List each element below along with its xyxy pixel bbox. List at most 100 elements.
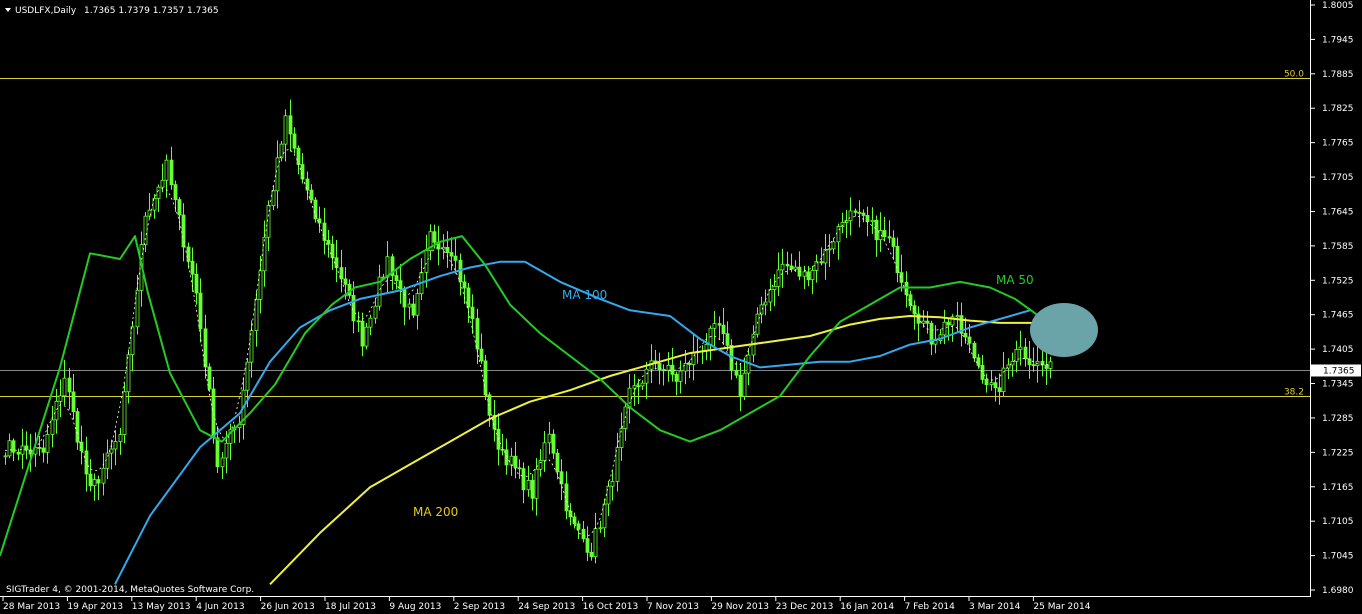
candle-body <box>88 473 93 487</box>
candle-body <box>173 184 178 201</box>
candle-body <box>309 189 314 201</box>
candle-body <box>470 306 475 319</box>
candle-body <box>589 551 594 558</box>
candle-body <box>343 278 348 285</box>
candle-body <box>326 240 331 245</box>
current-price-value: 1.7365 <box>1323 367 1355 377</box>
price-tick-label: 1.7345 <box>1322 380 1354 390</box>
candle-body <box>164 159 169 181</box>
candle-body <box>802 271 807 277</box>
price-chart[interactable]: 50.0 38.2 MA 50 MA 100 MA 200 USDLFX,Dail… <box>0 0 1362 614</box>
candle-body <box>394 275 399 282</box>
candle-body <box>466 287 471 308</box>
candle-body <box>300 164 305 180</box>
candle-body <box>768 289 773 303</box>
candle-body <box>933 340 938 345</box>
candle-body <box>317 218 322 224</box>
candle-body <box>666 364 671 371</box>
candle-body <box>819 261 824 264</box>
candle-body <box>67 377 72 393</box>
candle-body <box>122 391 127 435</box>
candle-body <box>895 246 900 274</box>
price-tick-label: 1.7945 <box>1322 35 1354 45</box>
price-tick-label: 1.7045 <box>1322 552 1354 562</box>
ma-100-label: MA 100 <box>562 288 607 302</box>
time-tick-label: 4 Jun 2013 <box>196 602 244 612</box>
candle-body <box>538 460 543 470</box>
candle-body <box>874 219 879 241</box>
candle-body <box>691 351 696 365</box>
candle-body <box>220 457 225 468</box>
ma-200-label: MA 200 <box>413 505 458 519</box>
time-tick-label: 29 Nov 2013 <box>711 602 769 612</box>
price-tick-label: 1.7585 <box>1322 242 1354 252</box>
candle-body <box>963 332 968 338</box>
candle-body <box>509 455 514 466</box>
candle-body <box>224 442 229 459</box>
candle-body <box>606 485 611 505</box>
candle-body <box>712 323 717 329</box>
candle-body <box>602 503 607 529</box>
candle-body <box>657 363 662 371</box>
candle-body <box>576 523 581 530</box>
price-tick-label: 1.7885 <box>1322 70 1354 80</box>
candle-body <box>861 212 866 216</box>
candle-body <box>45 434 50 453</box>
time-tick-label: 16 Oct 2013 <box>583 602 639 612</box>
candle-body <box>92 479 97 487</box>
candle-body <box>521 468 526 491</box>
symbol-label: USDLFX,Daily <box>15 6 77 16</box>
time-tick-label: 16 Jan 2014 <box>840 602 894 612</box>
price-tick-label: 1.7465 <box>1322 311 1354 321</box>
candle-body <box>16 451 21 455</box>
candle-body <box>7 440 12 457</box>
candle-body <box>262 236 267 272</box>
candle-body <box>921 320 926 324</box>
candle-body <box>517 467 522 470</box>
time-tick-label: 2 Sep 2013 <box>454 602 505 612</box>
candle-body <box>245 361 250 391</box>
candle-body <box>194 273 199 294</box>
candle-body <box>687 362 692 365</box>
candle-body <box>891 237 896 247</box>
candle-body <box>683 362 688 372</box>
price-tick-label: 1.7705 <box>1322 173 1354 183</box>
candle-body <box>135 289 140 328</box>
plot-background <box>0 0 1362 614</box>
candle-body <box>24 445 29 451</box>
candle-body <box>925 320 930 324</box>
candle-body <box>542 442 547 461</box>
candle-body <box>610 481 615 487</box>
time-tick-label: 13 May 2013 <box>132 602 191 612</box>
time-tick-label: 24 Sep 2013 <box>518 602 575 612</box>
candle-body <box>449 252 454 257</box>
candle-body <box>271 190 276 207</box>
candle-body <box>734 369 739 376</box>
candle-body <box>942 321 947 336</box>
candle-body <box>678 370 683 382</box>
candle-body <box>980 365 985 380</box>
price-tick-label: 1.7825 <box>1322 104 1354 114</box>
time-tick-label: 28 Mar 2013 <box>3 602 60 612</box>
candle-body <box>283 115 288 145</box>
candle-body <box>169 159 174 186</box>
candle-body <box>215 437 220 468</box>
candle-body <box>20 445 25 455</box>
candle-body <box>555 452 560 473</box>
candle-body <box>772 285 777 290</box>
candle-body <box>445 246 450 253</box>
candle-body <box>432 231 437 243</box>
price-tick-label: 1.7225 <box>1322 448 1354 458</box>
candle-body <box>989 382 994 385</box>
candle-body <box>870 219 875 223</box>
time-tick-label: 7 Nov 2013 <box>647 602 699 612</box>
candle-body <box>725 333 730 346</box>
price-tick-label: 1.6980 <box>1322 586 1354 596</box>
candle-body <box>190 260 195 275</box>
fib-level-label: 38.2 <box>1284 388 1304 398</box>
candle-body <box>972 342 977 359</box>
candle-body <box>1010 360 1015 366</box>
candle-body <box>50 419 55 435</box>
candle-body <box>475 318 480 350</box>
candle-body <box>479 348 484 362</box>
